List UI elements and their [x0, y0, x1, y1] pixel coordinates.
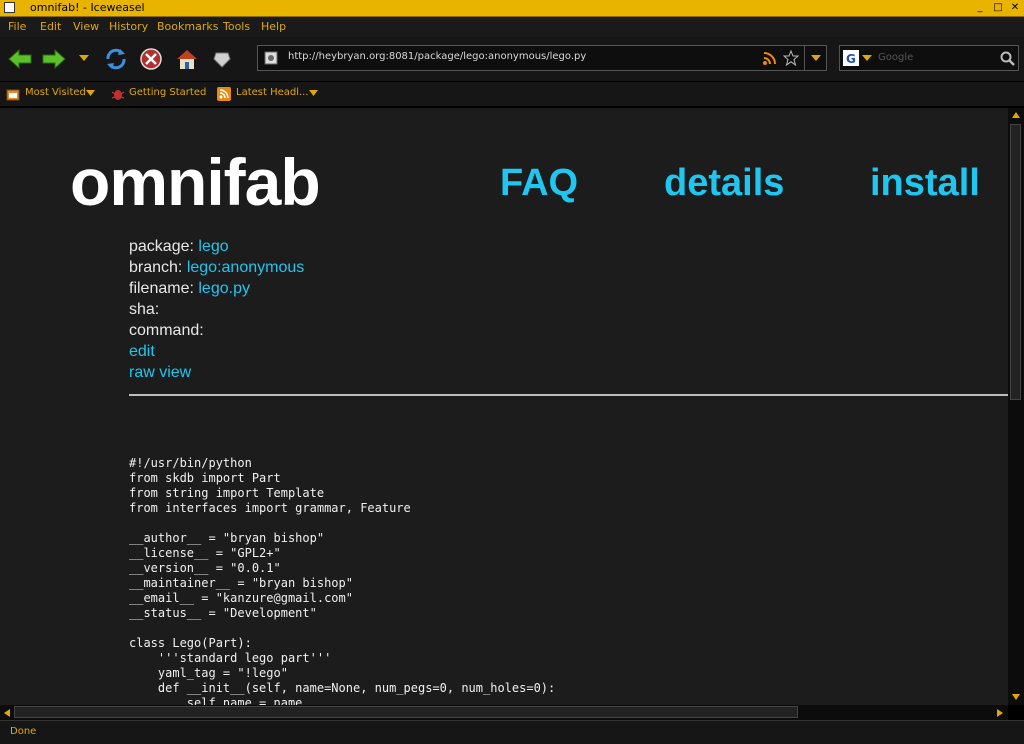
scroll-left-icon[interactable] [3, 708, 11, 718]
menu-file[interactable]: File [8, 20, 26, 33]
url-text[interactable]: http://heybryan.org:8081/package/lego:an… [288, 51, 586, 62]
window-titlebar[interactable]: omnifab! - Iceweasel _ □ ✕ [0, 0, 1024, 17]
package-link[interactable]: lego [198, 238, 228, 255]
filename-link[interactable]: lego.py [198, 280, 250, 297]
meta-label: sha: [129, 301, 160, 318]
meta-package: package: lego [129, 238, 229, 256]
stop-icon[interactable] [137, 45, 165, 73]
scroll-up-icon[interactable] [1011, 111, 1021, 119]
source-code: #!/usr/bin/python from skdb import Part … [129, 456, 556, 705]
chevron-down-icon [811, 55, 821, 61]
status-text: Done [10, 726, 37, 737]
forward-icon[interactable] [40, 45, 68, 73]
nav-link-install[interactable]: install [870, 162, 980, 205]
rss-feed-icon[interactable] [762, 50, 778, 66]
back-icon[interactable] [6, 45, 34, 73]
minimize-button[interactable]: _ [974, 2, 986, 13]
chevron-down-icon [309, 90, 318, 96]
url-bar[interactable]: http://heybryan.org:8081/package/lego:an… [257, 45, 827, 71]
meta-command: command: [129, 322, 204, 340]
folder-icon [6, 89, 20, 101]
meta-label: package: [129, 238, 194, 255]
rss-feed-icon [217, 87, 231, 101]
bookmark-getting-started[interactable]: Getting Started [111, 86, 207, 102]
bookmark-star-icon[interactable] [783, 50, 799, 66]
menu-view[interactable]: View [73, 20, 99, 33]
divider [129, 394, 1008, 396]
svg-text:G: G [846, 52, 856, 66]
scroll-right-icon[interactable] [996, 708, 1004, 718]
vertical-scroll-thumb[interactable] [1010, 124, 1021, 400]
bookmark-most-visited[interactable]: Most Visited [6, 86, 96, 102]
url-dropdown-button[interactable] [804, 46, 827, 70]
nav-link-faq[interactable]: FAQ [500, 162, 578, 205]
chevron-down-icon [86, 90, 95, 96]
scroll-down-icon[interactable] [1011, 693, 1021, 701]
site-favicon-icon [264, 51, 278, 65]
site-logo[interactable]: omnifab [70, 144, 321, 220]
meta-branch: branch: lego:anonymous [129, 259, 304, 277]
reload-icon[interactable] [102, 45, 130, 73]
bookmark-latest-headlines[interactable]: Latest Headl... [217, 86, 321, 102]
status-bar: Done [0, 720, 1024, 744]
app-icon [4, 2, 15, 13]
bookmark-label: Most Visited [25, 87, 86, 98]
meta-filename: filename: lego.py [129, 280, 250, 298]
extension-icon[interactable] [208, 45, 236, 73]
chevron-down-icon [862, 55, 872, 61]
window-title: omnifab! - Iceweasel [30, 1, 145, 14]
menu-bookmarks[interactable]: Bookmarks [157, 20, 218, 33]
branch-link[interactable]: lego:anonymous [187, 259, 304, 276]
bookmark-label: Getting Started [129, 87, 207, 98]
page-content: omnifab FAQ details install package: leg… [0, 108, 1008, 705]
search-bar[interactable]: G Google [839, 45, 1019, 71]
menu-help[interactable]: Help [261, 20, 286, 33]
meta-label: filename: [129, 280, 194, 297]
search-icon[interactable] [1000, 51, 1015, 66]
menu-tools[interactable]: Tools [223, 20, 250, 33]
history-dropdown-icon[interactable] [78, 52, 90, 64]
search-engine-selector[interactable]: G [843, 50, 875, 66]
raw-view-link[interactable]: raw view [129, 364, 191, 382]
search-input[interactable]: Google [878, 52, 913, 63]
edit-link[interactable]: edit [129, 343, 155, 361]
bookmark-label: Latest Headl... [236, 87, 309, 98]
bug-icon [111, 90, 125, 100]
google-icon: G [843, 50, 859, 66]
close-button[interactable]: ✕ [1009, 2, 1021, 13]
nav-link-details[interactable]: details [664, 162, 784, 205]
maximize-button[interactable]: □ [992, 2, 1004, 13]
home-icon[interactable] [173, 45, 201, 73]
meta-label: command: [129, 322, 204, 339]
meta-sha: sha: [129, 301, 159, 319]
menu-edit[interactable]: Edit [40, 20, 61, 33]
horizontal-scroll-thumb[interactable] [14, 706, 798, 718]
meta-label: branch: [129, 259, 183, 276]
menu-history[interactable]: History [109, 20, 148, 33]
menubar: File Edit View History Bookmarks Tools H… [0, 17, 1024, 37]
